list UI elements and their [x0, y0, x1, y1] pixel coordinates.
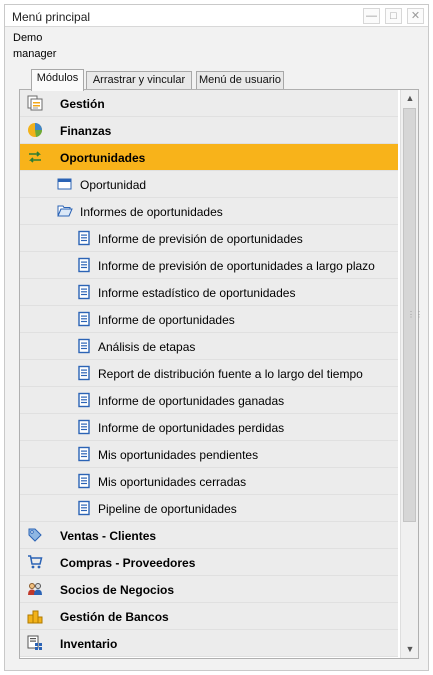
- scroll-down-icon[interactable]: ▼: [401, 641, 419, 658]
- maximize-icon[interactable]: □: [385, 8, 402, 24]
- menu-item-inventario[interactable]: Inventario: [20, 630, 398, 657]
- menu-item-label: Socios de Negocios: [60, 583, 175, 597]
- report-icon: [76, 311, 92, 327]
- menu-item-ventas-clientes[interactable]: Ventas - Clientes: [20, 522, 398, 549]
- tab-modulos[interactable]: Módulos: [31, 69, 84, 91]
- menu-item-informe-de-oportunidades-ganadas[interactable]: Informe de oportunidades ganadas: [20, 387, 398, 414]
- menu-item-oportunidad[interactable]: Oportunidad: [20, 171, 398, 198]
- company-name: Demo: [13, 32, 43, 44]
- report-icon: [76, 473, 92, 489]
- menu-item-label: Report de distribución fuente a lo largo…: [98, 367, 363, 381]
- report-icon: [76, 419, 92, 435]
- close-icon[interactable]: ✕: [407, 8, 424, 24]
- bank-coins-icon: [27, 608, 43, 624]
- menu-item-compras-proveedores[interactable]: Compras - Proveedores: [20, 549, 398, 576]
- menu-item-report-de-distribución-fuente-a-lo-largo-del-tiempo[interactable]: Report de distribución fuente a lo largo…: [20, 360, 398, 387]
- menu-item-label: Análisis de etapas: [98, 340, 196, 354]
- form-window-icon: [57, 176, 73, 192]
- business-partners-icon: [27, 581, 43, 597]
- menu-item-label: Oportunidades: [60, 151, 146, 165]
- menu-item-label: Gestión de Bancos: [60, 610, 169, 624]
- ventas-tag-icon: [27, 527, 43, 543]
- title-bar[interactable]: Menú principal — □ ✕: [5, 5, 428, 27]
- menu-item-informe-estadístico-de-oportunidades[interactable]: Informe estadístico de oportunidades: [20, 279, 398, 306]
- menu-item-label: Informe de oportunidades perdidas: [98, 421, 285, 435]
- menu-item-mis-oportunidades-pendientes[interactable]: Mis oportunidades pendientes: [20, 441, 398, 468]
- menu-item-label: Informe de oportunidades ganadas: [98, 394, 285, 408]
- menu-item-análisis-de-etapas[interactable]: Análisis de etapas: [20, 333, 398, 360]
- report-icon: [76, 284, 92, 300]
- report-icon: [76, 500, 92, 516]
- menu-item-pipeline-de-oportunidades[interactable]: Pipeline de oportunidades: [20, 495, 398, 522]
- report-icon: [76, 446, 92, 462]
- menu-item-mis-oportunidades-cerradas[interactable]: Mis oportunidades cerradas: [20, 468, 398, 495]
- vertical-scrollbar[interactable]: ▲ ⋮⋮ ▼: [400, 90, 423, 658]
- scroll-thumb[interactable]: ⋮⋮: [403, 108, 423, 522]
- menu-item-gestión-de-bancos[interactable]: Gestión de Bancos: [20, 603, 398, 630]
- tab-arrastrar-vincular[interactable]: Arrastrar y vincular: [86, 71, 192, 90]
- menu-item-label: Oportunidad: [80, 178, 147, 192]
- menu-item-informes-de-oportunidades[interactable]: Informes de oportunidades: [20, 198, 398, 225]
- report-icon: [76, 392, 92, 408]
- menu-item-informe-de-previsión-de-oportunidades[interactable]: Informe de previsión de oportunidades: [20, 225, 398, 252]
- menu-item-label: Informes de oportunidades: [80, 205, 223, 219]
- menu-item-label: Mis oportunidades pendientes: [98, 448, 259, 462]
- main-menu-window: Menú principal — □ ✕ Demo manager Módulo…: [4, 4, 429, 671]
- user-name: manager: [13, 48, 57, 60]
- oportunidades-icon: [27, 149, 43, 165]
- menu-item-label: Informe estadístico de oportunidades: [98, 286, 296, 300]
- menu-item-label: Ventas - Clientes: [60, 529, 157, 543]
- report-icon: [76, 257, 92, 273]
- menu-item-label: Informe de previsión de oportunidades: [98, 232, 303, 246]
- menu-item-label: Finanzas: [60, 124, 112, 138]
- inventory-icon: [27, 635, 43, 651]
- scroll-up-icon[interactable]: ▲: [401, 90, 419, 107]
- menu-item-label: Mis oportunidades cerradas: [98, 475, 247, 489]
- gestion-icon: [27, 95, 43, 111]
- menu-tree: Gestión Finanzas Oportunidades Oportunidad I…: [20, 90, 398, 657]
- menu-item-label: Pipeline de oportunidades: [98, 502, 237, 516]
- modules-panel: Gestión Finanzas Oportunidades Oportunidad I…: [19, 89, 423, 659]
- menu-item-label: Informe de previsión de oportunidades a …: [98, 259, 375, 273]
- report-icon: [76, 338, 92, 354]
- menu-item-label: Inventario: [60, 637, 118, 651]
- minimize-icon[interactable]: —: [363, 8, 380, 24]
- grip-icon: ⋮⋮: [407, 310, 423, 319]
- menu-item-informe-de-oportunidades-perdidas[interactable]: Informe de oportunidades perdidas: [20, 414, 398, 441]
- menu-item-informe-de-oportunidades[interactable]: Informe de oportunidades: [20, 306, 398, 333]
- menu-item-informe-de-previsión-de-oportunidades-a-largo-plazo[interactable]: Informe de previsión de oportunidades a …: [20, 252, 398, 279]
- menu-item-oportunidades[interactable]: Oportunidades: [20, 144, 398, 171]
- report-icon: [76, 230, 92, 246]
- menu-item-gestión[interactable]: Gestión: [20, 90, 398, 117]
- report-icon: [76, 365, 92, 381]
- menu-item-finanzas[interactable]: Finanzas: [20, 117, 398, 144]
- shopping-cart-icon: [27, 554, 43, 570]
- window-title: Menú principal: [12, 10, 91, 24]
- menu-item-label: Gestión: [60, 97, 105, 111]
- menu-item-socios-de-negocios[interactable]: Socios de Negocios: [20, 576, 398, 603]
- finanzas-pie-icon: [27, 122, 43, 138]
- menu-item-label: Compras - Proveedores: [60, 556, 196, 570]
- tab-menu-usuario[interactable]: Menú de usuario: [196, 71, 284, 90]
- open-folder-icon: [57, 203, 73, 219]
- menu-item-label: Informe de oportunidades: [98, 313, 235, 327]
